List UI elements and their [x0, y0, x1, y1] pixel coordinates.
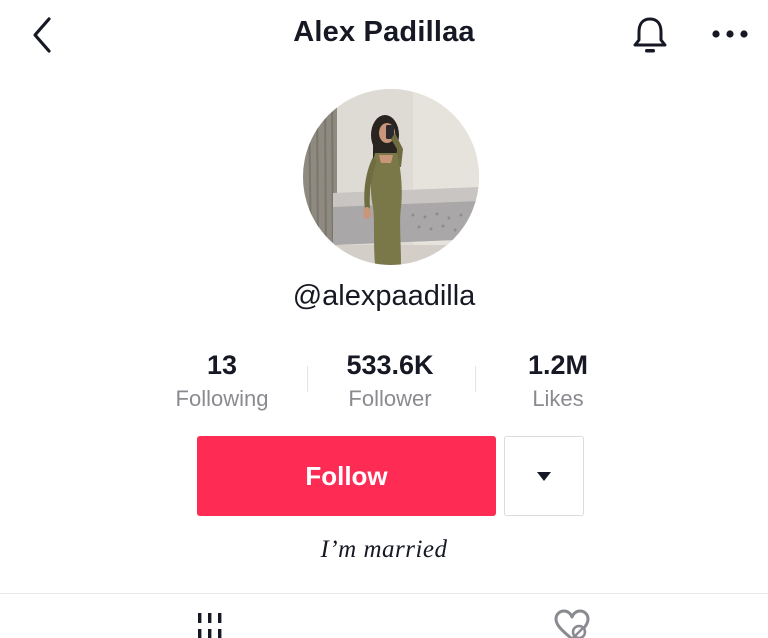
stat-likes-count: 1.2M	[527, 350, 589, 380]
follow-button[interactable]: Follow	[197, 436, 496, 516]
username: @alexpaadilla	[292, 280, 476, 312]
caret-down-icon	[537, 471, 551, 481]
more-options-button[interactable]	[706, 16, 754, 52]
avatar[interactable]	[303, 89, 479, 265]
stats-row: 13 Following 533.6K Follower 1.2M Likes	[0, 346, 768, 416]
stat-following[interactable]: 13 Following	[137, 346, 307, 414]
stat-followers-label: Follower	[348, 386, 432, 411]
back-button[interactable]	[26, 14, 58, 56]
stat-likes-label: Likes	[532, 386, 584, 411]
stat-following-label: Following	[175, 386, 269, 411]
stat-followers-count: 533.6K	[346, 350, 434, 380]
grid-icon	[198, 613, 222, 638]
profile-bio: I’m married	[320, 536, 448, 563]
stat-likes[interactable]: 1.2M Likes	[473, 346, 643, 414]
stat-followers[interactable]: 533.6K Follower	[305, 346, 475, 414]
tab-videos[interactable]	[180, 605, 240, 638]
profile-photo	[303, 89, 479, 265]
profile-page: Alex Padillaa @alexpaadilla 13 Following…	[0, 0, 768, 638]
tab-liked[interactable]	[542, 605, 602, 638]
more-horizontal-icon	[712, 30, 748, 38]
header-bar: Alex Padillaa	[0, 0, 768, 70]
stat-following-count: 13	[206, 350, 238, 380]
liked-heart-icon	[554, 609, 590, 638]
bell-icon	[633, 17, 667, 53]
page-title: Alex Padillaa	[293, 16, 475, 48]
suggested-accounts-dropdown-button[interactable]	[504, 436, 584, 516]
tabs-divider	[0, 593, 768, 594]
chevron-left-icon	[33, 17, 51, 53]
notification-button[interactable]	[626, 12, 674, 58]
